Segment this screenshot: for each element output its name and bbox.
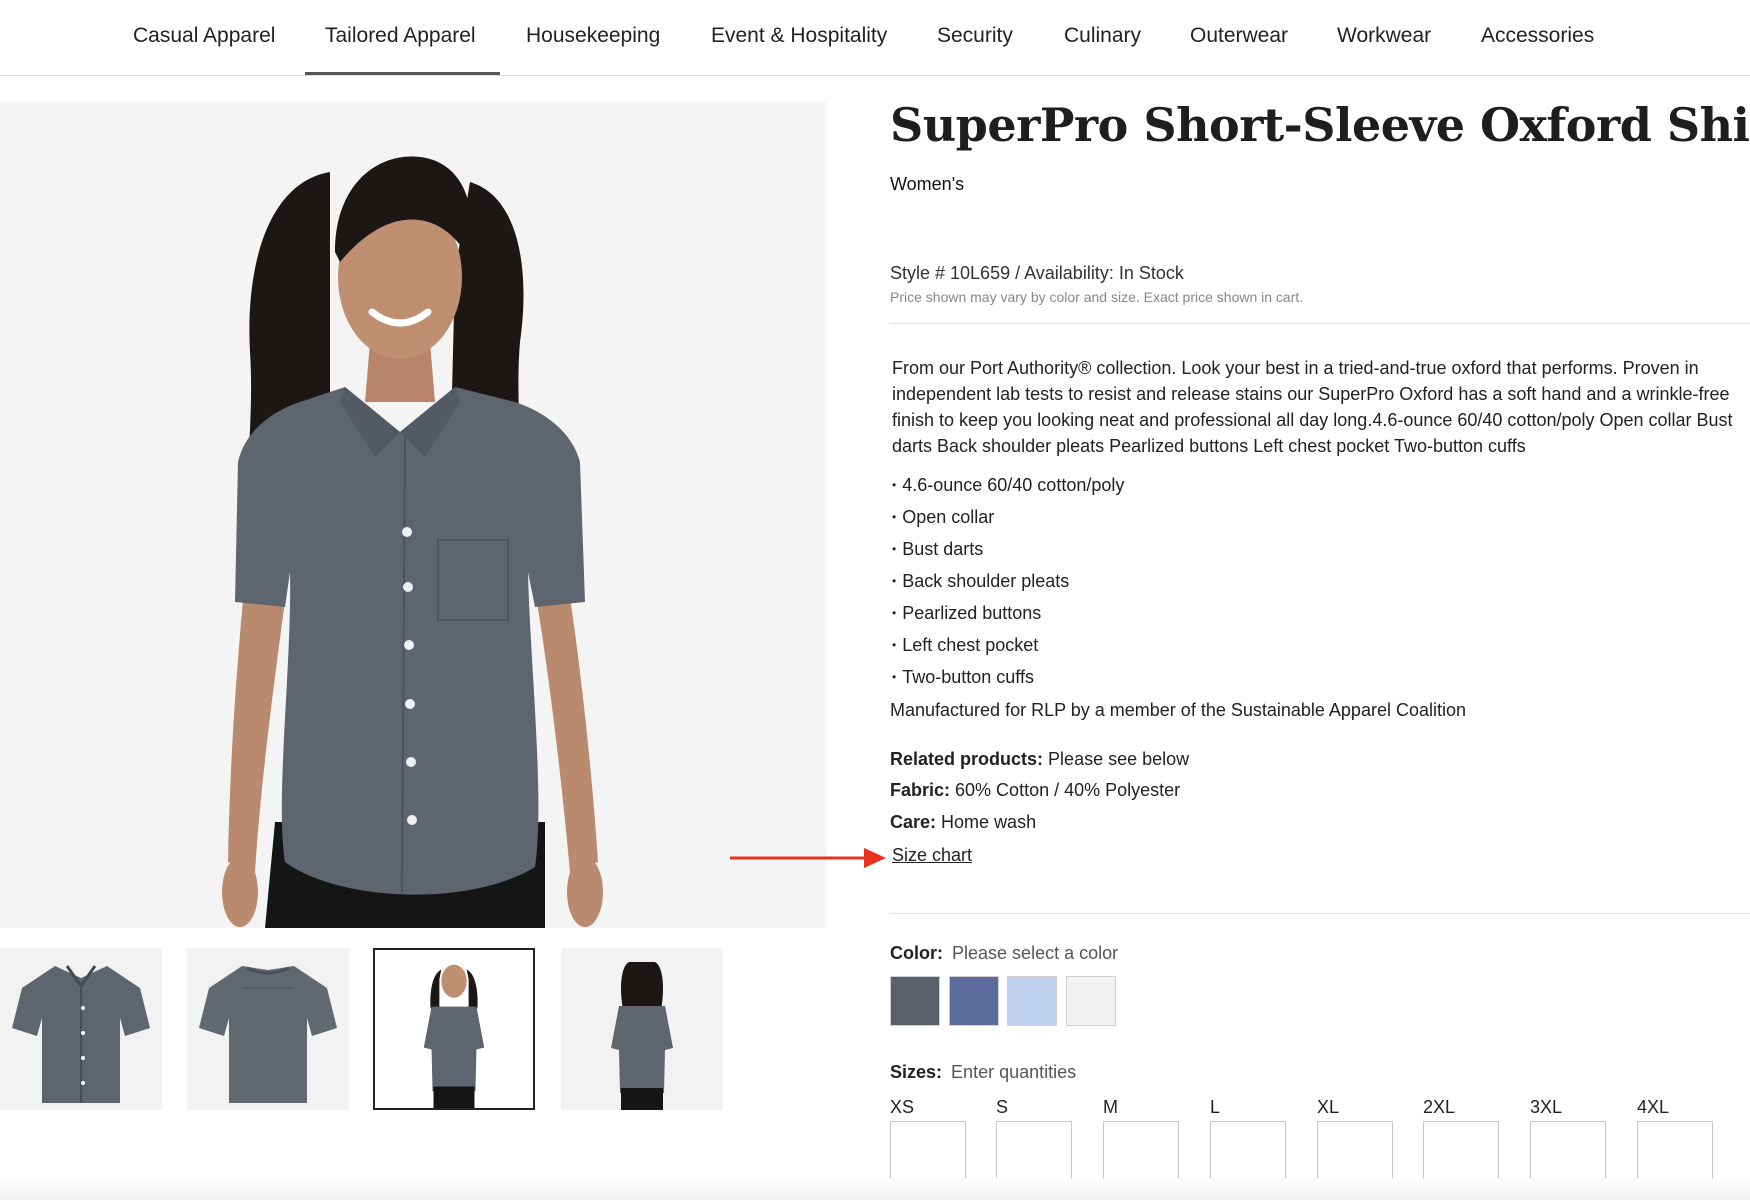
quantity-input-m[interactable] [1103, 1121, 1179, 1181]
size-label: 4XL [1637, 1097, 1670, 1117]
model-back-icon [611, 962, 673, 1110]
model-front-icon [423, 964, 485, 1108]
main-product-image[interactable] [0, 102, 826, 928]
size-4xl: 4XL [1637, 1097, 1715, 1181]
size-l: L [1210, 1097, 1288, 1181]
sizes-selector-label: Sizes: Enter quantities [890, 1062, 1076, 1083]
size-label: L [1210, 1097, 1221, 1117]
related-value: Please see below [1048, 749, 1190, 769]
quantity-input-xs[interactable] [890, 1121, 966, 1181]
manufacturer-note: Manufactured for RLP by a member of the … [890, 700, 1466, 720]
nav-tailored-apparel[interactable]: Tailored Apparel [325, 24, 476, 48]
thumbnail-model-back[interactable] [561, 948, 723, 1110]
size-m: M [1103, 1097, 1181, 1181]
feature-item: 4.6-ounce 60/40 cotton/poly [892, 470, 1124, 502]
quantity-input-4xl[interactable] [1637, 1121, 1713, 1181]
color-swatch-white[interactable] [1066, 976, 1116, 1026]
size-label: XL [1317, 1097, 1340, 1117]
sizes-hint: Enter quantities [951, 1062, 1077, 1082]
color-swatch-charcoal[interactable] [890, 976, 940, 1026]
color-label: Color: [890, 943, 943, 963]
quantity-input-xl[interactable] [1317, 1121, 1393, 1181]
feature-item: Left chest pocket [892, 630, 1124, 662]
feature-item: Open collar [892, 502, 1124, 534]
thumbnail-model-front[interactable] [373, 948, 535, 1110]
divider [890, 913, 1750, 914]
size-label: S [996, 1097, 1009, 1117]
care-value: Home wash [941, 812, 1037, 832]
product-gender: Women's [890, 174, 965, 194]
fabric-value: 60% Cotton / 40% Polyester [955, 780, 1181, 800]
quantity-input-s[interactable] [996, 1121, 1072, 1181]
quantity-input-3xl[interactable] [1530, 1121, 1606, 1181]
care-label: Care: [890, 812, 937, 832]
thumbnail-back-flat[interactable] [187, 948, 349, 1110]
price-note: Price shown may vary by color and size. … [890, 289, 1304, 305]
size-chart-link[interactable]: Size chart [892, 845, 972, 866]
active-tab-underline [305, 72, 500, 75]
fabric-spec: Fabric: 60% Cotton / 40% Polyester [890, 780, 1180, 801]
color-swatch-light-blue[interactable] [1007, 976, 1057, 1026]
model-front-illustration [222, 156, 603, 928]
feature-item: Bust darts [892, 534, 1124, 566]
size-label: 3XL [1530, 1097, 1563, 1117]
nav-culinary[interactable]: Culinary [1064, 24, 1141, 48]
nav-event-hospitality[interactable]: Event & Hospitality [711, 24, 887, 48]
top-navigation: Casual Apparel Tailored Apparel Housekee… [0, 0, 1750, 76]
page-bottom-edge [0, 1178, 1750, 1200]
feature-item: Two-button cuffs [892, 662, 1124, 694]
size-label: 2XL [1423, 1097, 1456, 1117]
size-s: S [996, 1097, 1074, 1181]
style-availability: Style # 10L659 / Availability: In Stock [890, 263, 1184, 283]
color-swatch-navy-blue[interactable] [949, 976, 999, 1026]
size-label: M [1103, 1097, 1118, 1117]
size-xs: XS [890, 1097, 968, 1181]
divider [890, 323, 1750, 324]
color-hint: Please select a color [952, 943, 1119, 963]
shirt-back-icon [199, 966, 337, 1103]
related-label: Related products: [890, 749, 1044, 769]
feature-item: Pearlized buttons [892, 598, 1124, 630]
feature-list: 4.6-ounce 60/40 cotton/poly Open collar … [892, 470, 1124, 694]
size-2xl: 2XL [1423, 1097, 1501, 1181]
nav-casual-apparel[interactable]: Casual Apparel [133, 24, 275, 48]
product-description: From our Port Authority® collection. Loo… [892, 358, 1733, 456]
quantity-input-l[interactable] [1210, 1121, 1286, 1181]
color-selector-label: Color: Please select a color [890, 943, 1118, 964]
size-label: XS [890, 1097, 915, 1117]
nav-housekeeping[interactable]: Housekeeping [526, 24, 660, 48]
care-spec: Care: Home wash [890, 812, 1036, 833]
product-title: SuperPro Short-Sleeve Oxford Shirt [890, 98, 1750, 152]
nav-security[interactable]: Security [937, 24, 1013, 48]
feature-item: Back shoulder pleats [892, 566, 1124, 598]
fabric-label: Fabric: [890, 780, 951, 800]
nav-accessories[interactable]: Accessories [1481, 24, 1594, 48]
shirt-front-icon [12, 965, 150, 1103]
quantity-input-2xl[interactable] [1423, 1121, 1499, 1181]
annotation-arrow-icon [730, 848, 886, 868]
thumbnail-front-flat[interactable] [0, 948, 162, 1110]
related-products: Related products: Please see below [890, 749, 1189, 770]
nav-outerwear[interactable]: Outerwear [1190, 24, 1288, 48]
size-xl: XL [1317, 1097, 1395, 1181]
sizes-label: Sizes: [890, 1062, 943, 1082]
nav-workwear[interactable]: Workwear [1337, 24, 1431, 48]
size-3xl: 3XL [1530, 1097, 1608, 1181]
